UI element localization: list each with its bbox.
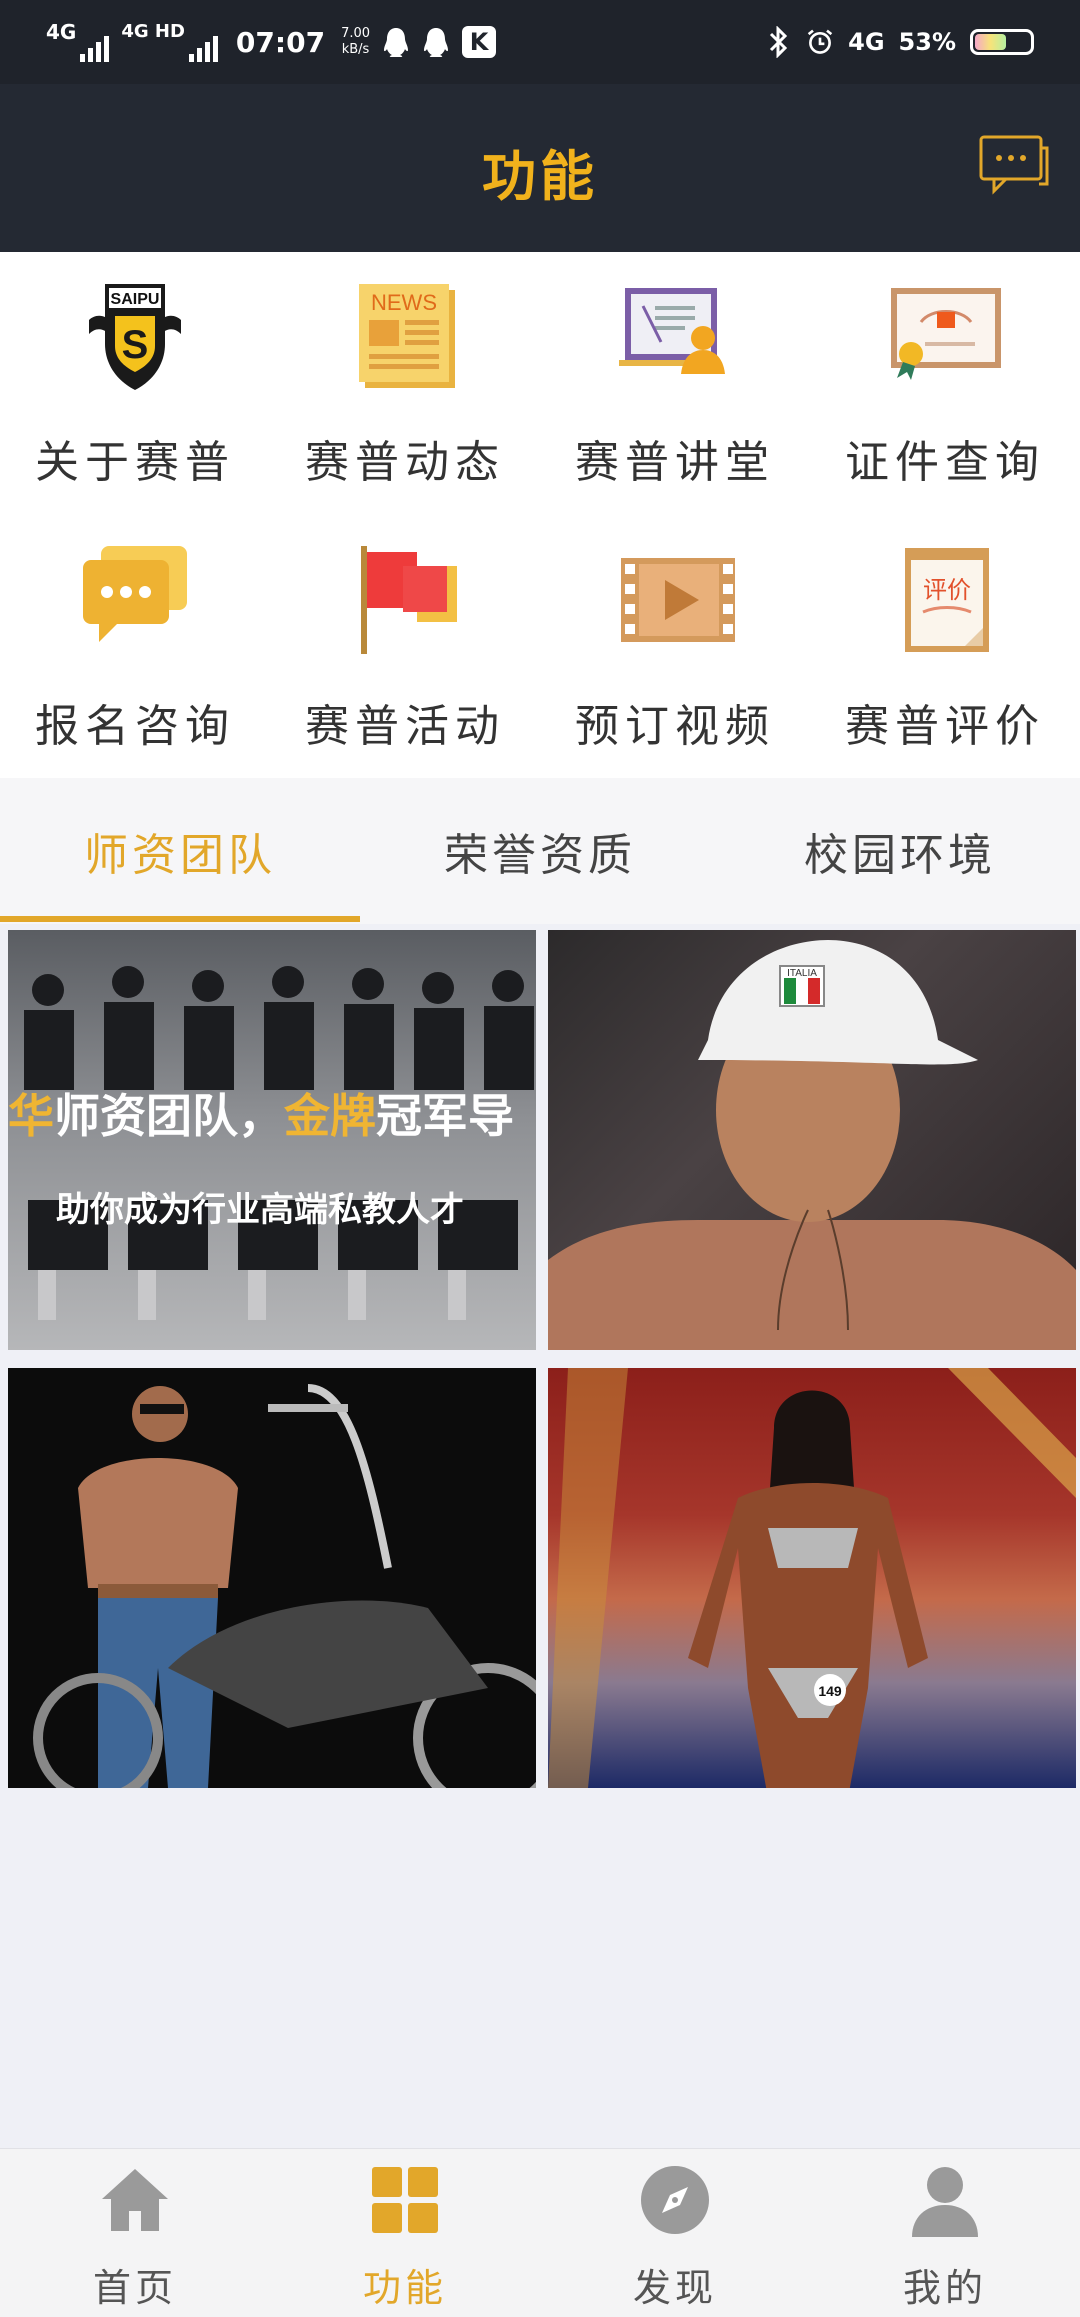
saipu-logo-icon: SAIPU S [75, 276, 195, 396]
nav-label: 功能 [362, 2266, 447, 2310]
func-review[interactable]: 评价 赛普评价 [810, 516, 1080, 778]
status-bar: 4G 4G HD 07:07 7.00 kB/s K 4G 53% [0, 0, 1080, 84]
svg-text:S: S [122, 323, 149, 367]
func-consult[interactable]: 报名咨询 [0, 516, 270, 778]
func-label: 赛普评价 [845, 701, 1045, 752]
user-icon [908, 2163, 982, 2237]
page-title: 功能 [482, 145, 598, 208]
cap-text: ITALIA [787, 968, 817, 979]
qq-icon [382, 27, 410, 57]
grid-icon [368, 2163, 442, 2237]
k-app-icon: K [462, 26, 497, 58]
nav-label: 首页 [92, 2266, 177, 2310]
review-icon-text: 评价 [923, 576, 971, 604]
team-photo-title-mid: 师资团队， [54, 1089, 284, 1143]
qq-icon [422, 27, 450, 57]
func-book-video[interactable]: 预订视频 [540, 516, 810, 778]
trainer-photo-motorcycle-image [33, 1384, 536, 1788]
network-speed-value: 7.00 [341, 26, 371, 41]
trainer-photo-cap[interactable]: ITALIA [548, 930, 1076, 1350]
flag-icon [345, 540, 465, 660]
certificate-icon [885, 276, 1005, 396]
nav-home[interactable]: 首页 [0, 2149, 270, 2317]
bottom-nav: 首页 功能 发现 我的 [0, 2148, 1080, 2317]
alarm-icon [806, 27, 834, 57]
func-label: 预订视频 [575, 701, 775, 752]
nav-label: 我的 [902, 2266, 987, 2310]
compass-icon [638, 2163, 712, 2237]
bluetooth-icon [764, 26, 792, 58]
signal-1-label: 4G [46, 20, 77, 44]
team-photo-title: 华师资团队，金牌冠军导 [8, 1080, 536, 1146]
review-icon: 评价 [885, 540, 1005, 660]
team-photo-subtitle: 助你成为行业高端私教人才 [56, 1190, 464, 1230]
func-activities[interactable]: 赛普活动 [270, 516, 540, 778]
signal-bars-icon [188, 36, 218, 62]
trainer-photo-bikini[interactable]: 149 [548, 1368, 1076, 1788]
signal-2-label: 4G HD [121, 21, 185, 42]
signal-bars-icon [80, 36, 110, 62]
nav-mine[interactable]: 我的 [810, 2149, 1080, 2317]
news-icon: NEWS [345, 276, 465, 396]
consult-chat-icon [75, 540, 195, 660]
network-speed-unit: kB/s [341, 42, 370, 57]
func-label: 关于赛普 [35, 437, 235, 488]
team-photo[interactable]: 华师资团队，金牌冠军导 助你成为行业高端私教人才 [8, 930, 536, 1350]
func-label: 报名咨询 [35, 701, 235, 752]
tab-bar: 师资团队 荣誉资质 校园环境 [0, 778, 1080, 924]
tab-faculty[interactable]: 师资团队 [0, 778, 360, 924]
chat-bubble-icon[interactable] [978, 134, 1050, 200]
team-photo-title-gold: 金牌 [284, 1089, 376, 1143]
news-icon-text: NEWS [371, 290, 437, 315]
nav-functions[interactable]: 功能 [270, 2149, 540, 2317]
lecture-icon [615, 276, 735, 396]
battery-percent: 53% [898, 28, 956, 56]
saipu-logo-text: SAIPU [111, 291, 160, 308]
nav-discover[interactable]: 发现 [540, 2149, 810, 2317]
func-label: 赛普讲堂 [575, 437, 775, 488]
function-grid: SAIPU S 关于赛普 NEWS 赛普动态 赛普讲堂 证件查询 报名咨询 赛普… [0, 252, 1080, 778]
func-label: 证件查询 [845, 437, 1045, 488]
network-type: 4G [848, 28, 885, 56]
tab-campus[interactable]: 校园环境 [720, 778, 1080, 924]
func-label: 赛普活动 [305, 701, 505, 752]
team-photo-title-end: 冠军导 [376, 1089, 514, 1143]
tab-honors[interactable]: 荣誉资质 [360, 778, 720, 924]
func-label: 赛普动态 [305, 437, 505, 488]
signal-1: 4G [46, 20, 110, 62]
clock: 07:07 [235, 25, 326, 59]
trainer-photo-cap-image: ITALIA [548, 940, 1076, 1350]
team-photo-title-prefix: 华 [8, 1089, 54, 1143]
trainer-photo-motorcycle[interactable] [8, 1368, 536, 1788]
func-certificate[interactable]: 证件查询 [810, 252, 1080, 514]
video-film-icon [615, 540, 737, 660]
nav-label: 发现 [632, 2266, 717, 2310]
signal-2: 4G HD [121, 22, 218, 62]
func-lecture[interactable]: 赛普讲堂 [540, 252, 810, 514]
tab-active-indicator [0, 916, 360, 922]
func-about-saipu[interactable]: SAIPU S 关于赛普 [0, 252, 270, 514]
network-speed: 7.00 kB/s [341, 26, 370, 58]
bib-number: 149 [818, 1683, 842, 1699]
trainer-photo-bikini-image: 149 [548, 1368, 1076, 1788]
home-icon [98, 2163, 172, 2237]
app-header: 功能 [0, 84, 1080, 252]
battery-icon [970, 29, 1034, 55]
func-news[interactable]: NEWS 赛普动态 [270, 252, 540, 514]
